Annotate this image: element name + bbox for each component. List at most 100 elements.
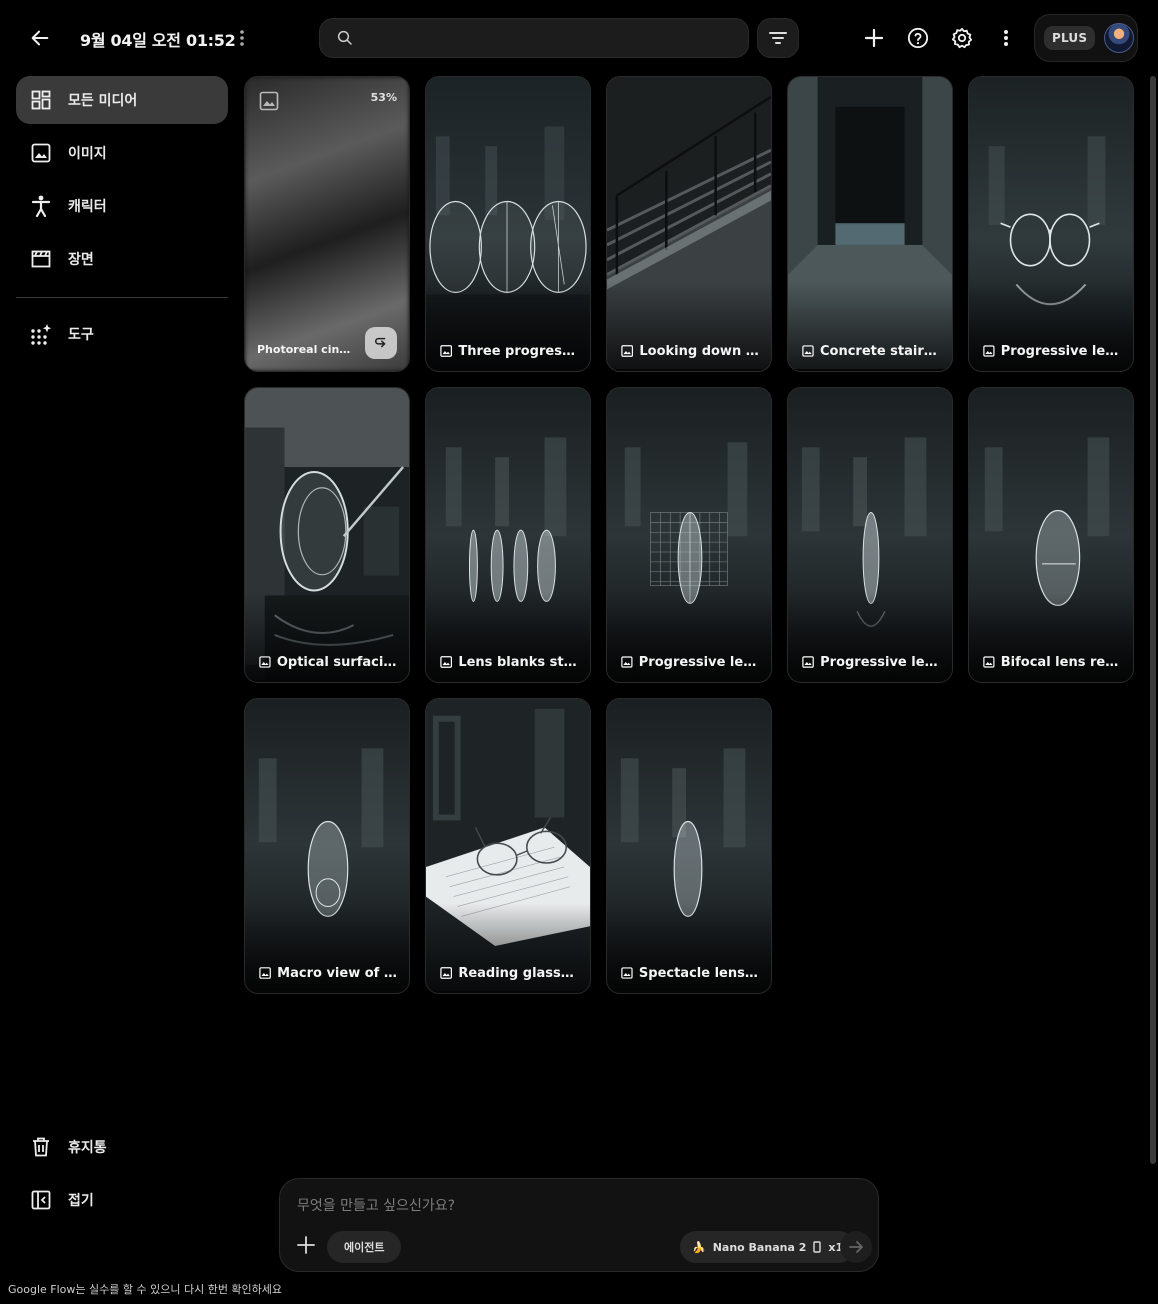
media-card[interactable]: Progressive lens ... [787,387,953,683]
media-caption: Reading glasses ... [440,963,580,983]
media-caption: Concrete staircas... [802,341,942,361]
grid-icon [30,89,52,111]
media-card[interactable]: Bifocal lens reflec... [968,387,1134,683]
media-caption: Progressive lens ... [802,652,942,672]
image-icon [30,142,52,164]
image-icon [440,345,453,357]
media-caption: Spectacle lens on... [621,963,761,983]
image-icon [259,91,279,111]
media-caption: Macro view of bif... [259,963,399,983]
sidebar-item-label: 장면 [68,252,94,268]
image-icon [621,345,634,357]
sidebar-item-label: 휴지통 [68,1140,107,1156]
filter-icon [769,32,787,44]
media-caption: Photoreal cinema... [257,342,353,356]
more-options-button[interactable] [988,20,1024,56]
gear-icon [951,27,973,49]
collapse-panel-icon [30,1189,52,1211]
media-card[interactable]: Spectacle lens on... [606,698,772,994]
help-button[interactable] [900,20,936,56]
image-icon [983,345,995,357]
media-card-generating[interactable]: 53% Photoreal cinema... [244,76,410,372]
settings-button[interactable] [944,20,980,56]
sidebar-item-characters[interactable]: 캐릭터 [16,182,228,230]
prompt-composer: 에이전트 🍌 Nano Banana 2 x1 [279,1178,879,1272]
sidebar-item-label: 캐릭터 [68,199,107,215]
sidebar-item-images[interactable]: 이미지 [16,129,228,177]
help-circle-icon [907,27,929,49]
media-caption: Optical surfacing ... [259,652,399,672]
portrait-ratio-icon [813,1241,822,1253]
image-icon [259,967,271,979]
media-card[interactable]: Progressive lens i... [968,76,1134,372]
sidebar-item-label: 도구 [68,327,94,343]
image-icon [802,345,814,357]
image-icon [621,656,633,668]
media-caption: Progressive lens r... [621,652,761,672]
retry-icon [375,337,386,348]
media-card[interactable]: Progressive lens r... [606,387,772,683]
media-card[interactable]: Looking down co... [606,76,772,372]
project-title: 9월 04일 오전 01:52 [80,31,236,50]
plus-icon [865,29,883,47]
search-input[interactable] [364,30,724,46]
sidebar: 모든 미디어 이미지 캐릭터 장면 도구 [16,76,228,363]
media-card[interactable]: Three progressiv... [425,76,591,372]
media-caption: Progressive lens i... [983,341,1123,361]
sidebar-item-scenes[interactable]: 장면 [16,235,228,283]
retry-button[interactable] [365,327,397,359]
plus-icon [297,1236,315,1254]
model-name: Nano Banana 2 [712,1240,807,1254]
account-button[interactable]: PLUS [1034,14,1138,62]
sidebar-bottom: 휴지통 접기 [16,1123,228,1229]
banana-icon: 🍌 [692,1240,706,1254]
attach-button[interactable] [292,1231,320,1259]
sidebar-item-label: 접기 [68,1193,94,1209]
sparkle-grid-icon [30,323,52,345]
filter-button[interactable] [757,18,799,58]
search-icon [337,30,352,45]
trash-icon [30,1136,52,1158]
agent-button[interactable]: 에이전트 [327,1231,402,1263]
sidebar-item-collapse[interactable]: 접기 [16,1176,228,1224]
media-caption: Looking down co... [621,341,761,361]
avatar [1104,23,1135,53]
add-button[interactable] [856,20,892,56]
sidebar-divider [16,297,228,298]
send-button[interactable] [840,1231,872,1263]
arrow-right-icon [849,1241,863,1253]
page-scrollbar[interactable] [1150,76,1156,1164]
media-card[interactable]: Optical surfacing ... [244,387,410,683]
media-card[interactable]: Lens blanks stan... [425,387,591,683]
person-icon [30,195,52,217]
sidebar-item-trash[interactable]: 휴지통 [16,1123,228,1171]
image-icon [259,656,271,668]
sidebar-item-all-media[interactable]: 모든 미디어 [16,76,228,124]
media-caption: Three progressiv... [440,341,580,361]
search-bar[interactable] [319,18,749,58]
clapperboard-icon [30,248,52,270]
sidebar-item-label: 이미지 [68,146,107,162]
progress-percentage: 53% [370,91,397,104]
more-vertical-icon [1004,30,1008,46]
arrow-left-icon [31,30,49,46]
media-card[interactable]: Reading glasses ... [425,698,591,994]
image-icon [440,967,453,979]
image-icon [983,656,995,668]
sidebar-item-tools[interactable]: 도구 [16,310,228,358]
title-menu-button[interactable] [225,20,259,56]
media-caption: Bifocal lens reflec... [983,652,1123,672]
top-bar: 9월 04일 오전 01:52 PLUS [0,0,1158,76]
model-selector[interactable]: 🍌 Nano Banana 2 x1 [680,1231,856,1263]
prompt-input[interactable] [297,1195,857,1217]
sidebar-item-label: 모든 미디어 [68,93,138,109]
image-icon [802,656,814,668]
disclaimer-text: Google Flow는 실수를 할 수 있으니 다시 한번 확인하세요 [8,1283,283,1296]
media-caption: Lens blanks stan... [440,652,580,672]
more-vertical-icon [240,30,244,46]
image-icon [440,656,453,668]
back-button[interactable] [22,20,58,56]
media-card[interactable]: Concrete staircas... [787,76,953,372]
plan-badge: PLUS [1044,26,1096,50]
media-card[interactable]: Macro view of bif... [244,698,410,994]
